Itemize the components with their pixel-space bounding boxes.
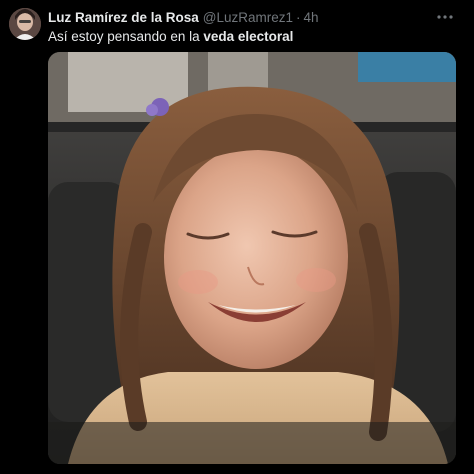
meme-photo-illustration [48, 52, 456, 464]
tweet-media-photo[interactable] [48, 52, 456, 464]
tweet-timestamp[interactable]: 4h [304, 9, 319, 27]
tweet-header: Luz Ramírez de la Rosa @LuzRamrez1 · 4h [48, 9, 319, 27]
author-handle[interactable]: @LuzRamrez1 [203, 9, 293, 27]
tweet-text: Así estoy pensando en la veda electoral [48, 28, 293, 46]
tweet-text-bold: veda electoral [203, 29, 294, 44]
more-horizontal-icon[interactable] [434, 8, 456, 26]
avatar[interactable] [9, 8, 41, 40]
author-display-name[interactable]: Luz Ramírez de la Rosa [48, 9, 199, 27]
tweet-text-plain: Así estoy pensando en la [48, 29, 204, 44]
tweet-card: Luz Ramírez de la Rosa @LuzRamrez1 · 4h … [0, 0, 474, 474]
header-separator: · [296, 10, 301, 25]
